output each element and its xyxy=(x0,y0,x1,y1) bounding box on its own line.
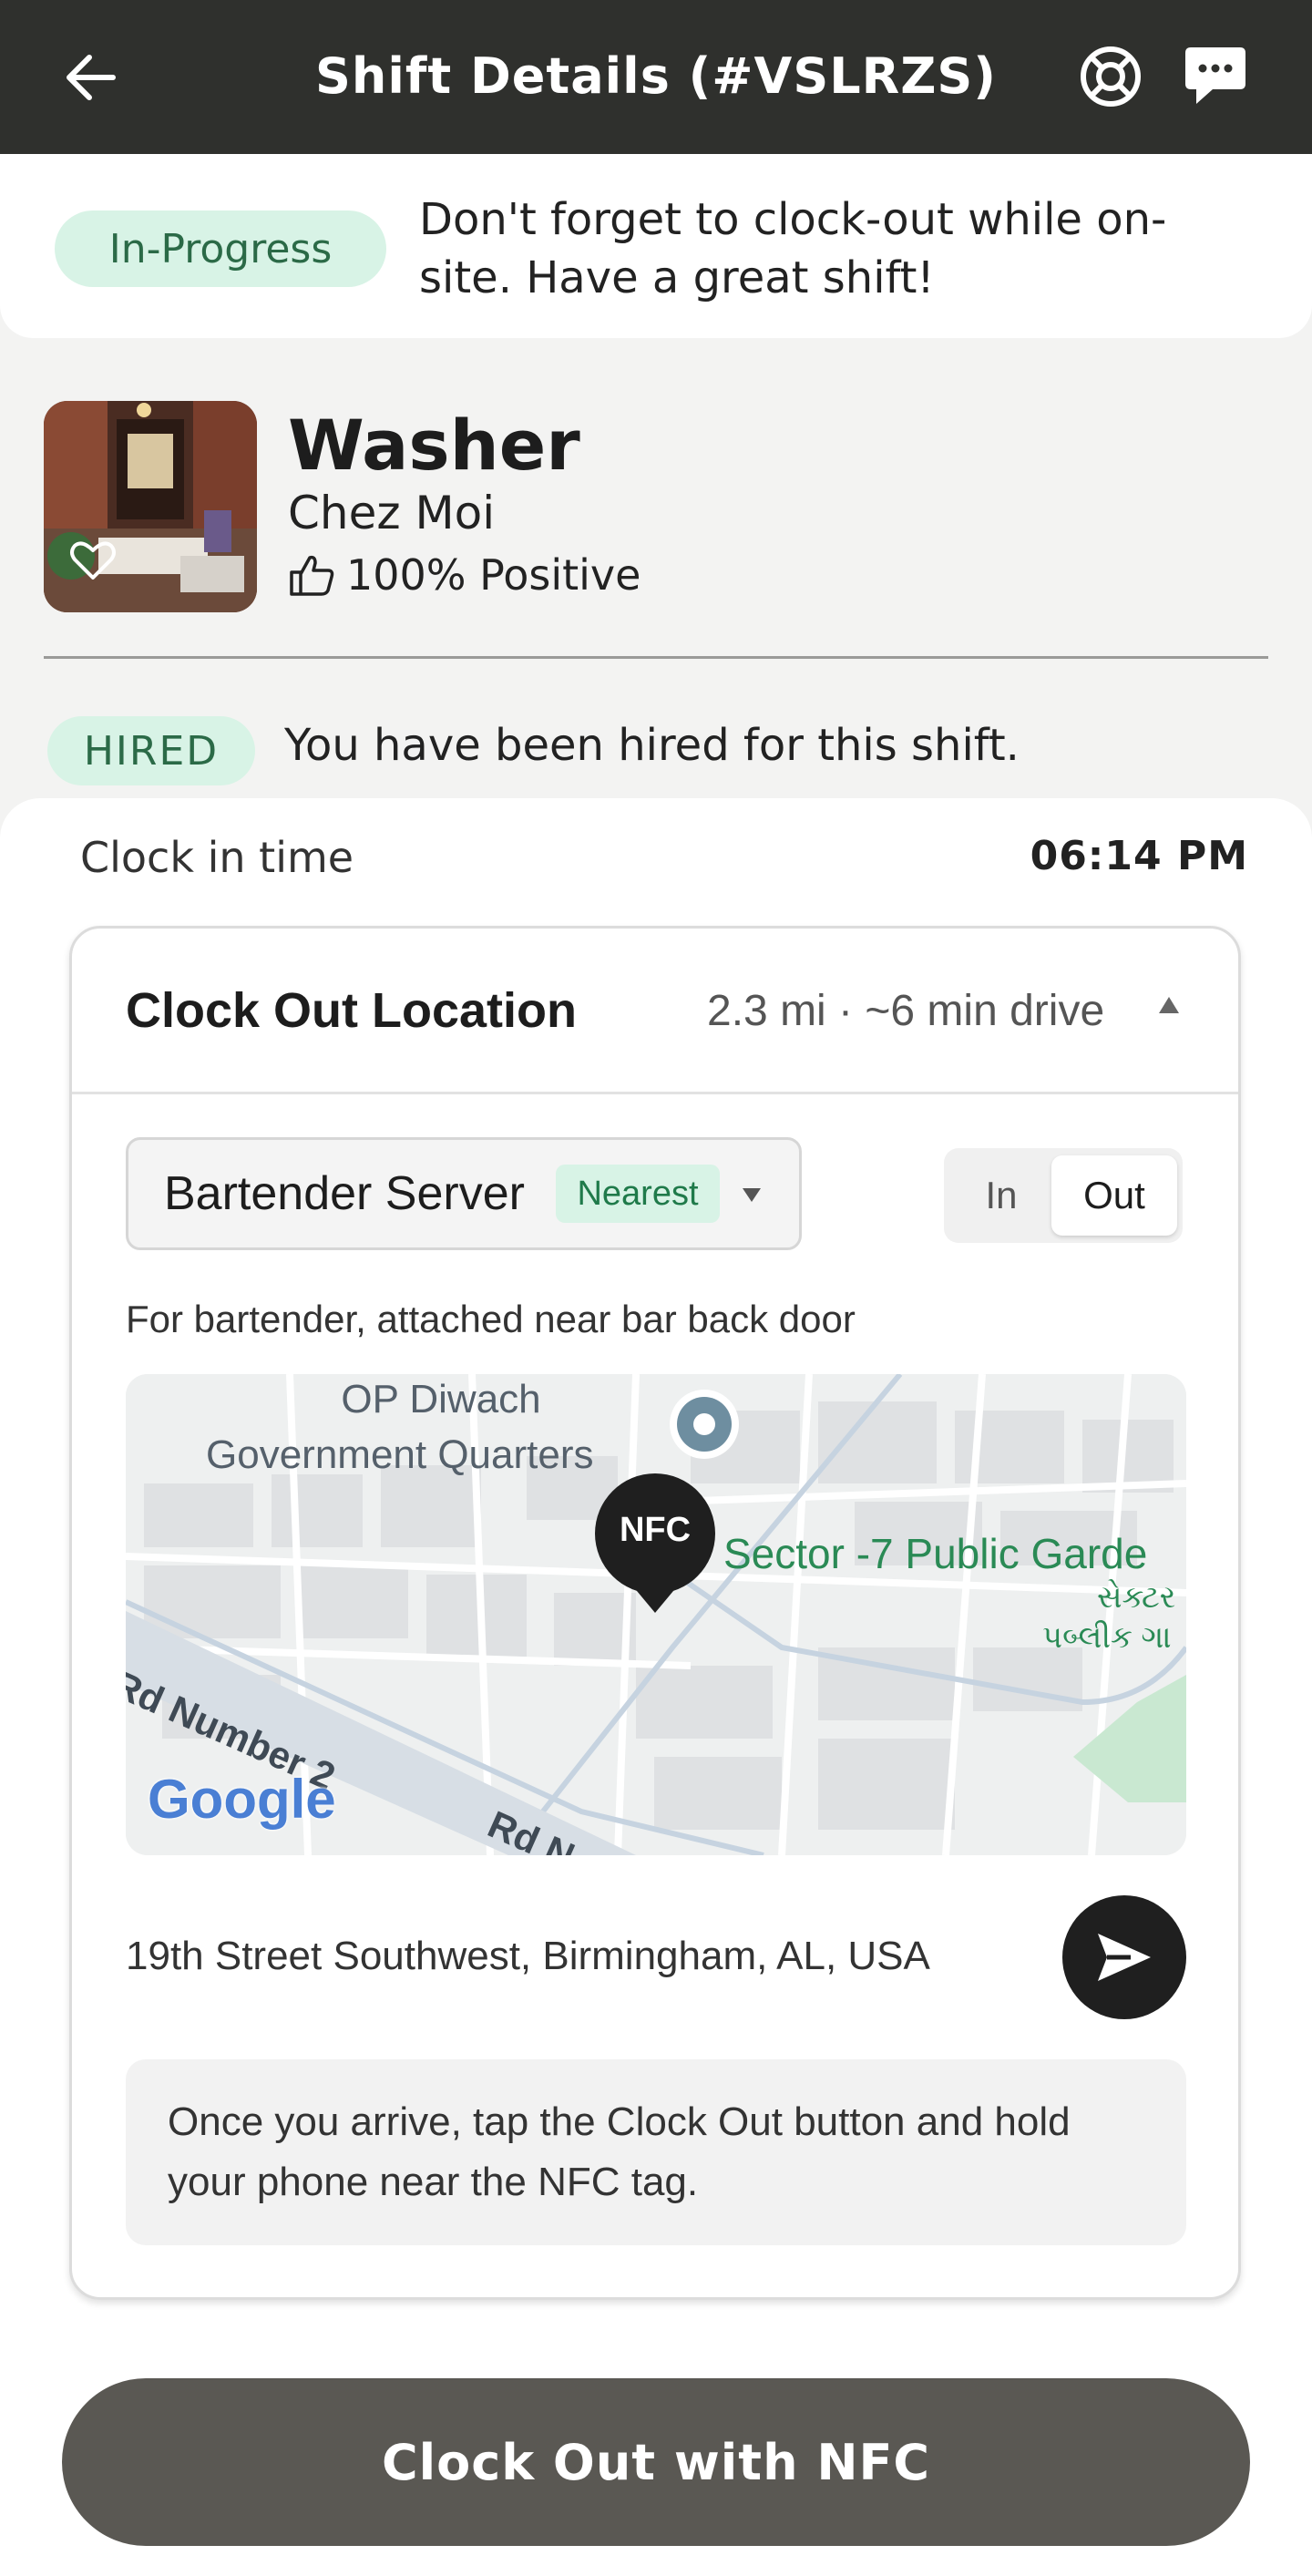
navigate-button[interactable] xyxy=(1062,1895,1186,2019)
app-header: Shift Details (#VSLRZS) xyxy=(0,0,1312,154)
hired-message: You have been hired for this shift. xyxy=(284,720,1020,771)
thumbs-up-icon xyxy=(290,555,334,596)
chat-bubble-icon[interactable] xyxy=(1182,42,1249,109)
hired-badge: HIRED xyxy=(47,716,255,785)
location-dot-icon xyxy=(670,1390,739,1459)
status-banner: In-Progress Don't forget to clock-out wh… xyxy=(0,154,1312,338)
divider xyxy=(72,1092,1238,1094)
company-name: Chez Moi xyxy=(288,487,496,539)
address: 19th Street Southwest, Birmingham, AL, U… xyxy=(126,1934,930,1978)
job-title: Washer xyxy=(288,405,580,486)
instruction-text: Once you arrive, tap the Clock Out butto… xyxy=(168,2099,1071,2204)
caret-down-icon[interactable] xyxy=(740,1185,764,1205)
status-message: Don't forget to clock-out while on-site.… xyxy=(419,194,1167,303)
nearest-badge: Nearest xyxy=(556,1165,720,1223)
location-select-value: Bartender Server xyxy=(164,1167,525,1220)
location-map[interactable]: OP Diwach Government Quarters Sector -7 … xyxy=(126,1374,1186,1855)
toggle-out-button[interactable]: Out xyxy=(1051,1155,1177,1236)
clock-out-nfc-button[interactable]: Clock Out with NFC xyxy=(62,2378,1250,2546)
location-description: For bartender, attached near bar back do… xyxy=(126,1298,856,1340)
map-label-gujarati-1: સેક્ટર xyxy=(1097,1580,1176,1615)
clock-in-time: 06:14 PM xyxy=(1030,833,1248,879)
rating: 100% Positive xyxy=(288,550,641,600)
toggle-in-button[interactable]: In xyxy=(951,1155,1051,1236)
map-label-public-garden: Sector -7 Public Garde xyxy=(723,1530,1148,1577)
status-badge: In-Progress xyxy=(55,210,386,287)
navigation-arrow-icon xyxy=(1098,1934,1151,1981)
rating-text: 100% Positive xyxy=(346,550,641,600)
venue-photo[interactable] xyxy=(44,401,257,612)
location-title[interactable]: Clock Out Location xyxy=(126,982,577,1039)
google-logo: Google xyxy=(148,1769,336,1830)
lifebuoy-icon[interactable] xyxy=(1078,44,1143,109)
caret-up-icon[interactable] xyxy=(1155,991,1183,1019)
divider xyxy=(44,656,1268,659)
location-distance: 2.3 mi · ~6 min drive xyxy=(707,987,1105,1035)
map-label-gujarati-2: પબ્લીક ગા xyxy=(1042,1620,1172,1655)
nfc-pin-label: NFC xyxy=(619,1511,692,1549)
clock-in-label: Clock in time xyxy=(80,833,354,882)
map-label-quarters: OP Diwach xyxy=(341,1377,541,1421)
map-label-government-quarters: Government Quarters xyxy=(206,1432,594,1477)
heart-icon[interactable] xyxy=(69,538,117,581)
